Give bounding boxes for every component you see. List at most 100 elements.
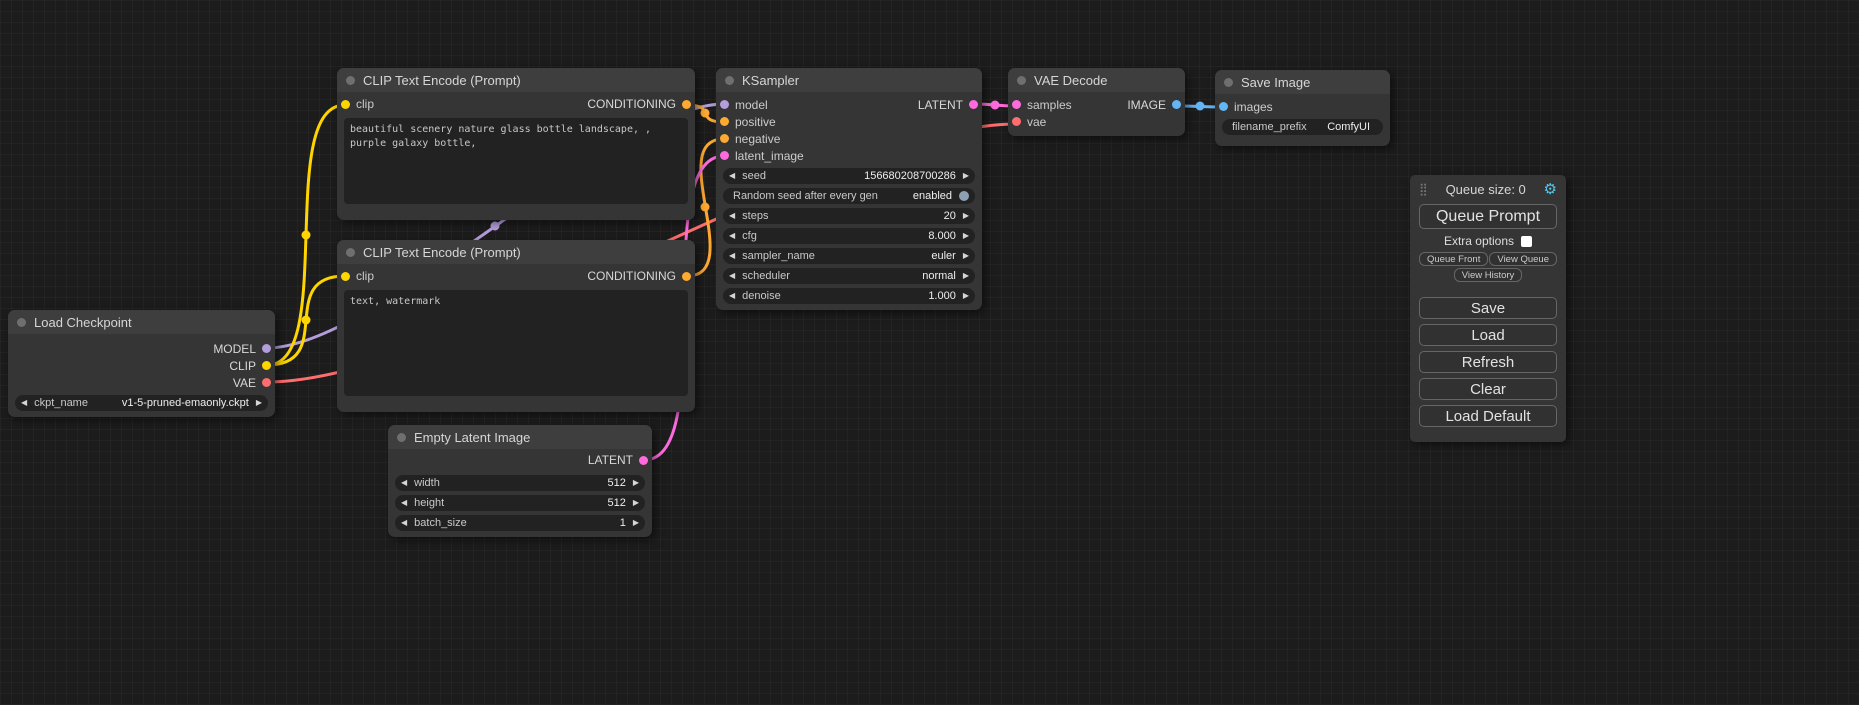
increment-arrow-icon[interactable]: ▶ <box>963 252 969 260</box>
node-load-checkpoint[interactable]: Load Checkpoint MODEL CLIP VAE <box>8 310 275 417</box>
decrement-arrow-icon[interactable]: ◀ <box>401 499 407 507</box>
node-graph-canvas[interactable]: Load Checkpoint MODEL CLIP VAE <box>0 0 1859 705</box>
collapse-dot[interactable] <box>1017 76 1026 85</box>
widget-filename-prefix[interactable]: filename_prefix ComfyUI <box>1222 119 1383 135</box>
socket-conditioning-output[interactable] <box>682 100 691 109</box>
increment-arrow-icon[interactable]: ▶ <box>963 232 969 240</box>
increment-arrow-icon[interactable]: ▶ <box>633 499 639 507</box>
output-slot-conditioning[interactable]: CONDITIONING <box>587 97 695 111</box>
settings-gear-icon[interactable]: ⚙ <box>1544 182 1557 197</box>
input-slot-positive[interactable]: positive <box>716 115 776 129</box>
node-title-bar[interactable]: KSampler <box>716 68 982 92</box>
output-slot-clip[interactable]: CLIP <box>229 359 275 373</box>
socket-clip-output[interactable] <box>262 361 271 370</box>
socket-model-input[interactable] <box>720 100 729 109</box>
node-title-bar[interactable]: Empty Latent Image <box>388 425 652 449</box>
collapse-dot[interactable] <box>1224 78 1233 87</box>
widget-control-after-generate[interactable]: Random seed after every gen enabled <box>723 188 975 204</box>
widget-steps[interactable]: ◀ steps 20 ▶ <box>723 208 975 224</box>
decrement-arrow-icon[interactable]: ◀ <box>729 292 735 300</box>
socket-conditioning-output[interactable] <box>682 272 691 281</box>
socket-vae-input[interactable] <box>1012 117 1021 126</box>
input-slot-clip[interactable]: clip <box>337 269 374 283</box>
output-slot-image[interactable]: IMAGE <box>1127 98 1185 112</box>
view-history-button[interactable]: View History <box>1454 268 1523 282</box>
socket-latent-output[interactable] <box>969 100 978 109</box>
node-vae-decode[interactable]: VAE Decode samples IMAGE vae <box>1008 68 1185 136</box>
input-slot-vae[interactable]: vae <box>1008 115 1046 129</box>
increment-arrow-icon[interactable]: ▶ <box>633 479 639 487</box>
socket-clip-input[interactable] <box>341 272 350 281</box>
output-slot-conditioning[interactable]: CONDITIONING <box>587 269 695 283</box>
increment-arrow-icon[interactable]: ▶ <box>963 272 969 280</box>
collapse-dot[interactable] <box>397 433 406 442</box>
widget-batch-size[interactable]: ◀ batch_size 1 ▶ <box>395 515 645 531</box>
collapse-dot[interactable] <box>725 76 734 85</box>
increment-arrow-icon[interactable]: ▶ <box>963 292 969 300</box>
node-title-bar[interactable]: CLIP Text Encode (Prompt) <box>337 240 695 264</box>
node-title-bar[interactable]: Load Checkpoint <box>8 310 275 334</box>
decrement-arrow-icon[interactable]: ◀ <box>729 252 735 260</box>
socket-clip-input[interactable] <box>341 100 350 109</box>
widget-sampler-name[interactable]: ◀ sampler_name euler ▶ <box>723 248 975 264</box>
widget-scheduler[interactable]: ◀ scheduler normal ▶ <box>723 268 975 284</box>
drag-handle-icon[interactable]: ⣿ <box>1419 182 1428 196</box>
socket-negative-input[interactable] <box>720 134 729 143</box>
output-slot-latent[interactable]: LATENT <box>588 453 652 467</box>
toggle-indicator[interactable] <box>959 191 969 201</box>
node-title-bar[interactable]: CLIP Text Encode (Prompt) <box>337 68 695 92</box>
socket-vae-output[interactable] <box>262 378 271 387</box>
decrement-arrow-icon[interactable]: ◀ <box>729 232 735 240</box>
increment-arrow-icon[interactable]: ▶ <box>963 212 969 220</box>
output-slot-latent[interactable]: LATENT <box>918 98 982 112</box>
node-ksampler[interactable]: KSampler model LATENT positive <box>716 68 982 310</box>
output-slot-model[interactable]: MODEL <box>213 342 275 356</box>
widget-height[interactable]: ◀ height 512 ▶ <box>395 495 645 511</box>
decrement-arrow-icon[interactable]: ◀ <box>729 212 735 220</box>
socket-latent-image-input[interactable] <box>720 151 729 160</box>
prompt-textarea[interactable]: beautiful scenery nature glass bottle la… <box>344 118 688 204</box>
node-save-image[interactable]: Save Image images filename_prefix ComfyU… <box>1215 70 1390 146</box>
decrement-arrow-icon[interactable]: ◀ <box>729 272 735 280</box>
decrement-arrow-icon[interactable]: ◀ <box>401 479 407 487</box>
collapse-dot[interactable] <box>346 248 355 257</box>
decrement-arrow-icon[interactable]: ◀ <box>21 399 27 407</box>
view-queue-button[interactable]: View Queue <box>1489 252 1557 266</box>
output-slot-vae[interactable]: VAE <box>233 376 275 390</box>
increment-arrow-icon[interactable]: ▶ <box>633 519 639 527</box>
increment-arrow-icon[interactable]: ▶ <box>256 399 262 407</box>
input-slot-model[interactable]: model <box>716 98 768 112</box>
decrement-arrow-icon[interactable]: ◀ <box>729 172 735 180</box>
node-empty-latent-image[interactable]: Empty Latent Image LATENT ◀ width 512 ▶ … <box>388 425 652 537</box>
input-slot-images[interactable]: images <box>1215 100 1273 114</box>
widget-seed[interactable]: ◀ seed 156680208700286 ▶ <box>723 168 975 184</box>
queue-prompt-button[interactable]: Queue Prompt <box>1419 204 1557 229</box>
socket-latent-output[interactable] <box>639 456 648 465</box>
save-button[interactable]: Save <box>1419 297 1557 319</box>
input-slot-clip[interactable]: clip <box>337 97 374 111</box>
socket-positive-input[interactable] <box>720 117 729 126</box>
input-slot-negative[interactable]: negative <box>716 132 780 146</box>
socket-samples-input[interactable] <box>1012 100 1021 109</box>
node-title-bar[interactable]: Save Image <box>1215 70 1390 94</box>
widget-ckpt-name[interactable]: ◀ ckpt_name v1-5-pruned-emaonly.ckpt ▶ <box>15 395 268 411</box>
decrement-arrow-icon[interactable]: ◀ <box>401 519 407 527</box>
socket-images-input[interactable] <box>1219 102 1228 111</box>
socket-model-output[interactable] <box>262 344 271 353</box>
socket-image-output[interactable] <box>1172 100 1181 109</box>
collapse-dot[interactable] <box>346 76 355 85</box>
widget-cfg[interactable]: ◀ cfg 8.000 ▶ <box>723 228 975 244</box>
input-slot-latent-image[interactable]: latent_image <box>716 149 804 163</box>
load-default-button[interactable]: Load Default <box>1419 405 1557 427</box>
node-clip-text-encode-positive[interactable]: CLIP Text Encode (Prompt) clip CONDITION… <box>337 68 695 220</box>
extra-options-checkbox[interactable] <box>1521 236 1532 247</box>
widget-width[interactable]: ◀ width 512 ▶ <box>395 475 645 491</box>
node-title-bar[interactable]: VAE Decode <box>1008 68 1185 92</box>
prompt-textarea[interactable]: text, watermark <box>344 290 688 396</box>
clear-button[interactable]: Clear <box>1419 378 1557 400</box>
collapse-dot[interactable] <box>17 318 26 327</box>
node-clip-text-encode-negative[interactable]: CLIP Text Encode (Prompt) clip CONDITION… <box>337 240 695 412</box>
refresh-button[interactable]: Refresh <box>1419 351 1557 373</box>
load-button[interactable]: Load <box>1419 324 1557 346</box>
increment-arrow-icon[interactable]: ▶ <box>963 172 969 180</box>
